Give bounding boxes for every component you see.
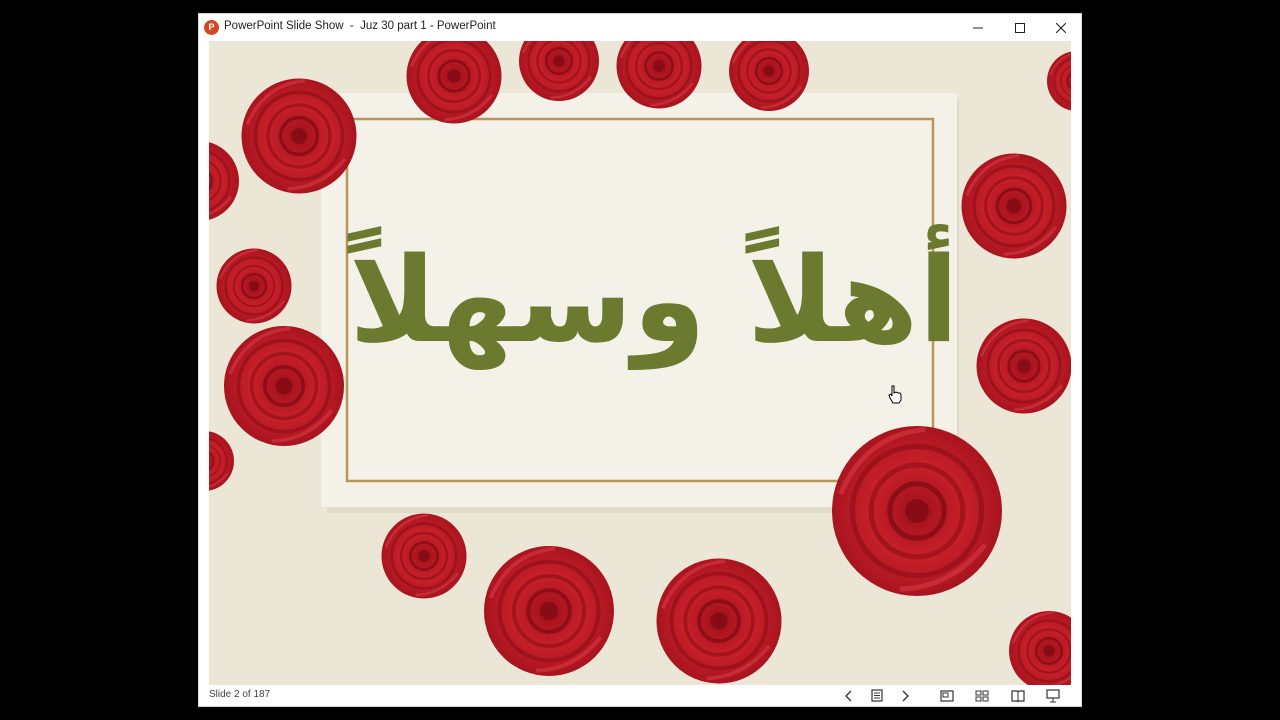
minimize-icon [973,27,983,28]
window-title: PowerPoint Slide Show - Juz 30 part 1 - … [224,20,496,32]
close-icon [1056,22,1066,33]
next-icon [902,690,909,701]
maximize-button[interactable] [999,14,1041,41]
normal-view-button[interactable] [938,687,956,704]
powerpoint-app-icon: P [204,20,219,35]
status-bar: Slide 2 of 187 [199,685,1081,706]
notes-button[interactable] [868,687,886,704]
close-button[interactable] [1040,14,1082,41]
maximize-icon [1015,22,1025,33]
minimize-button[interactable] [957,14,999,41]
reading-view-icon [1011,689,1025,702]
slideshow-window: P PowerPoint Slide Show - Juz 30 part 1 … [198,13,1082,707]
greeting-calligraphy: أهلاً وسهلاً [347,223,959,370]
slide-canvas[interactable]: أهلاً وسهلاً [209,41,1071,687]
slide-show-icon [1046,688,1060,702]
slide-sorter-button[interactable] [973,687,991,704]
reading-view-button[interactable] [1009,687,1027,704]
slide-show-button[interactable] [1044,687,1062,704]
previous-icon [845,690,852,701]
title-bar[interactable]: P PowerPoint Slide Show - Juz 30 part 1 … [199,14,1081,41]
slide-counter: Slide 2 of 187 [209,689,271,700]
normal-view-icon [940,689,954,702]
previous-slide-button[interactable] [840,687,858,704]
slide-image: أهلاً وسهلاً [209,41,1071,687]
slide-sorter-icon [975,690,989,701]
next-slide-button[interactable] [896,687,914,704]
notes-icon [871,689,883,702]
